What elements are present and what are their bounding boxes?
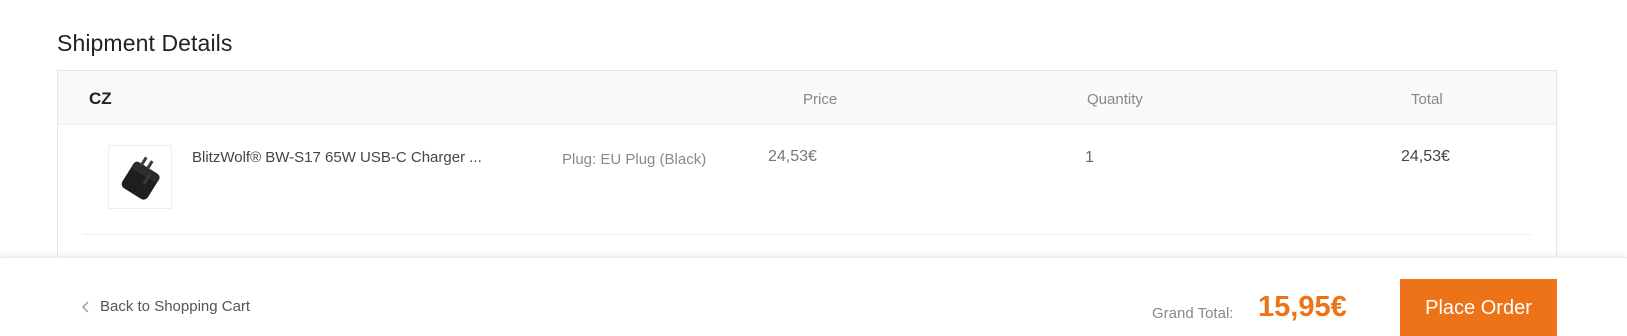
back-to-cart-link[interactable]: Back to Shopping Cart xyxy=(79,298,250,315)
table-header: CZ Price Quantity Total xyxy=(58,71,1556,125)
product-quantity: 1 xyxy=(1085,149,1094,166)
column-header-quantity: Quantity xyxy=(1087,91,1143,108)
section-title: Shipment Details xyxy=(57,30,233,56)
product-variant: Plug: EU Plug (Black) xyxy=(562,151,707,168)
shipment-country: CZ xyxy=(89,89,112,108)
grand-total-label: Grand Total: xyxy=(1152,305,1234,322)
chevron-left-icon xyxy=(82,301,89,312)
product-total: 24,53€ xyxy=(1401,148,1450,165)
product-price: 24,53€ xyxy=(768,148,817,165)
checkout-footer: Back to Shopping Cart Grand Total: 15,95… xyxy=(0,257,1627,336)
product-name[interactable]: BlitzWolf® BW-S17 65W USB-C Charger ... xyxy=(192,149,482,166)
checkout-page: Shipment Details CZ Price Quantity Total xyxy=(0,0,1627,336)
usb-charger-product-image xyxy=(109,146,171,208)
grand-total-value: 15,95€ xyxy=(1258,291,1347,323)
table-row: BlitzWolf® BW-S17 65W USB-C Charger ... … xyxy=(83,125,1531,235)
back-to-cart-label: Back to Shopping Cart xyxy=(100,298,251,315)
column-header-price: Price xyxy=(803,91,838,108)
place-order-button[interactable]: Place Order xyxy=(1400,279,1557,336)
product-thumbnail[interactable] xyxy=(108,145,172,209)
column-header-total: Total xyxy=(1411,91,1443,108)
